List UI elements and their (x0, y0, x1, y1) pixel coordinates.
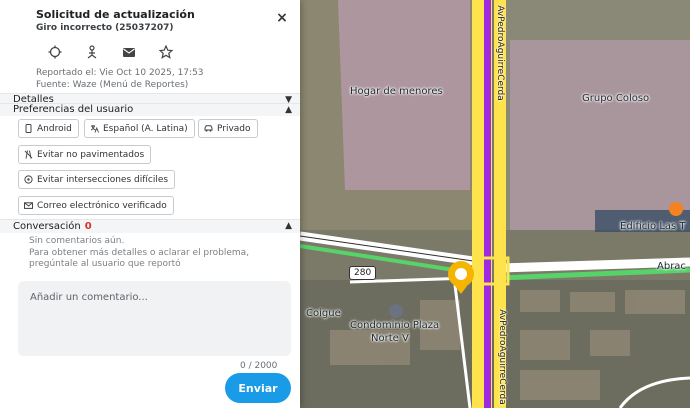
map-label-condominio-2: Norte V (371, 333, 409, 344)
chip-email-label: Correo electrónico verificado (37, 200, 167, 211)
segment-highlight (484, 0, 491, 408)
close-button[interactable]: × (272, 9, 292, 27)
mail-icon (24, 202, 33, 209)
conversation-label: Conversación (13, 221, 81, 232)
intersection-icon (24, 175, 33, 184)
crosshair-icon[interactable] (48, 44, 62, 59)
panel-subtitle: Giro incorrecto (25037207) (36, 23, 174, 33)
preferences-label: Preferencias del usuario (13, 104, 134, 115)
char-counter: 0 / 2000 (240, 361, 278, 371)
phone-icon (25, 124, 32, 133)
map-label-hogar: Hogar de menores (350, 86, 443, 97)
map-label-edificio: Edificio Las T (620, 221, 686, 232)
conversation-count: 0 (84, 221, 92, 232)
chevron-up-icon: ▲ (285, 221, 292, 231)
chip-intersections: Evitar intersecciones difíciles (18, 170, 176, 189)
zone-grupo (510, 40, 690, 230)
update-request-panel: Solicitud de actualización Giro incorrec… (0, 0, 300, 408)
comment-box (18, 281, 291, 356)
no-comments-text: Sin comentarios aún. (29, 236, 125, 246)
person-icon[interactable] (85, 44, 99, 59)
chip-android: Android (18, 119, 79, 138)
preferences-section-header[interactable]: Preferencias del usuario ▲ (0, 103, 300, 116)
chevron-up-icon: ▲ (285, 105, 292, 115)
report-source: Fuente: Waze (Menú de Reportes) (36, 80, 189, 90)
reported-date: Reportado el: Vie Oct 10 2025, 17:53 (36, 68, 204, 78)
chip-intersections-label: Evitar intersecciones difíciles (37, 174, 169, 185)
unpaved-road-icon (24, 150, 33, 159)
chip-android-label: Android (37, 123, 72, 134)
no-comments-hint-2: pregúntale al usuario que reportó (29, 259, 181, 269)
conversation-section-header[interactable]: Conversación 0 ▲ (0, 219, 300, 233)
map-label-abrac: Abrac (657, 261, 686, 272)
map-label-condominio: Condominio Plaza (350, 320, 440, 331)
car-icon (204, 125, 213, 132)
panel-title: Solicitud de actualización (36, 8, 195, 21)
panel-toolbar (48, 44, 174, 59)
star-icon[interactable] (158, 44, 174, 59)
chip-unpaved-label: Evitar no pavimentados (37, 149, 145, 160)
map-label-grupo: Grupo Coloso (582, 93, 650, 104)
street-label-top: AvPedroAguirreCerda (494, 5, 505, 101)
chip-vehicle: Privado (198, 119, 258, 138)
chip-email: Correo electrónico verificado (18, 196, 174, 215)
envelope-icon[interactable] (122, 44, 136, 58)
translate-icon (90, 125, 99, 133)
street-label-bottom: AvPedroAguirreCerda (496, 309, 507, 405)
poi-condominio-icon[interactable] (389, 304, 403, 318)
chip-language: Español (A. Latina) (84, 119, 195, 138)
route-shield: 280 (349, 266, 377, 280)
poi-edificio-icon[interactable] (669, 202, 683, 216)
map-label-coigue: Coigue (306, 308, 341, 319)
chip-vehicle-label: Privado (217, 123, 251, 134)
comment-input[interactable] (18, 281, 291, 356)
chip-unpaved: Evitar no pavimentados (18, 145, 152, 164)
send-button[interactable]: Enviar (225, 373, 291, 403)
chip-language-label: Español (A. Latina) (103, 123, 188, 134)
